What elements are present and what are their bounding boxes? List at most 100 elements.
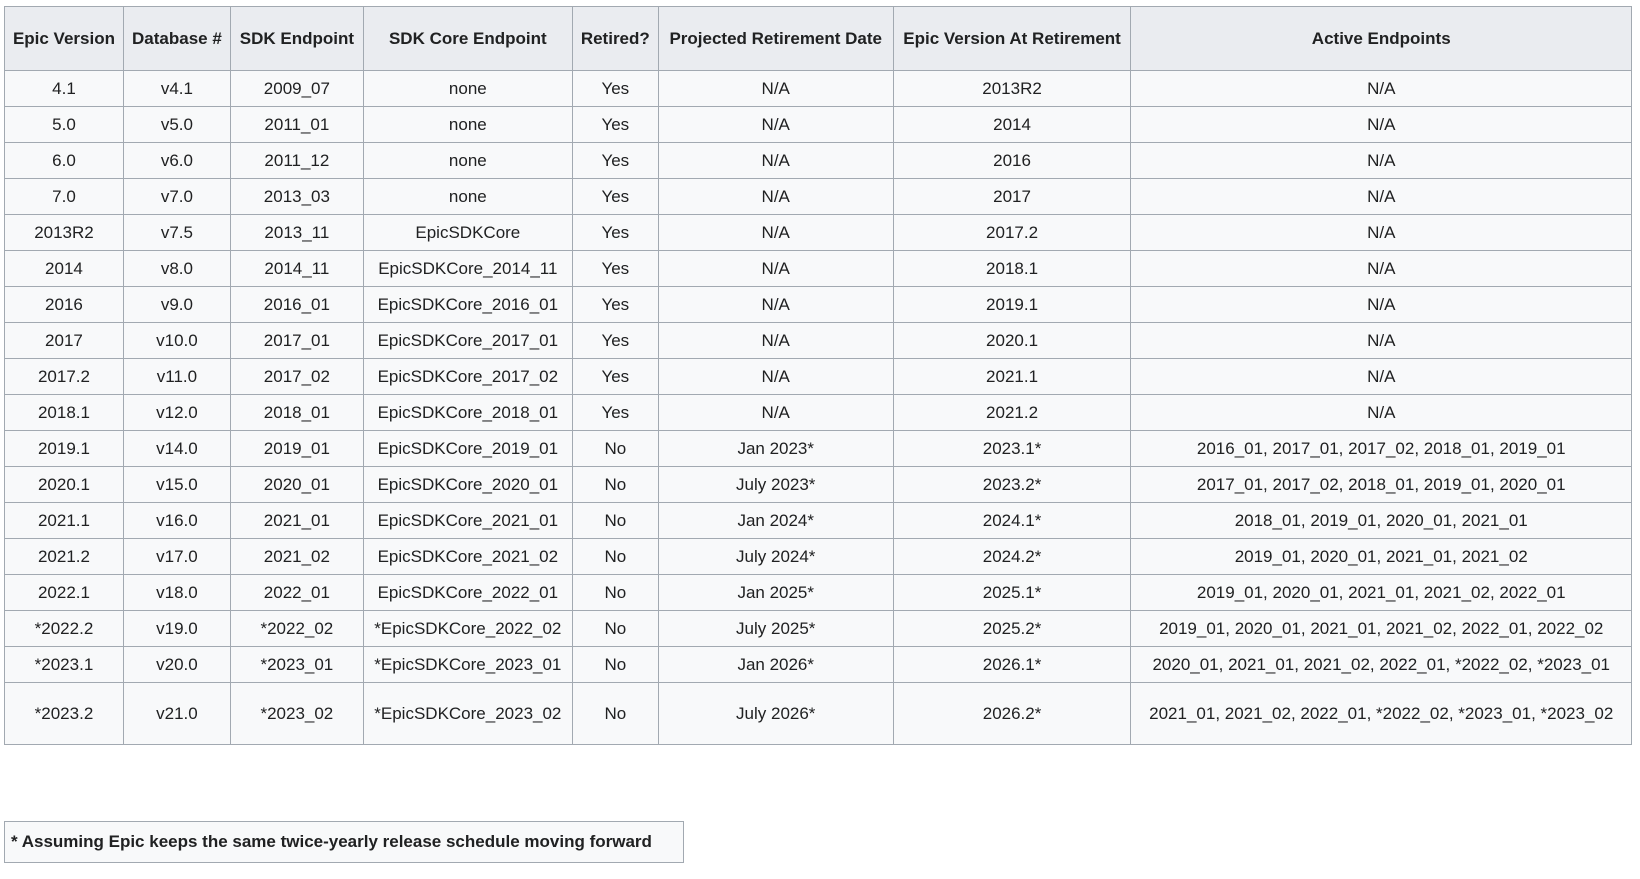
table-row: 4.1 v4.1 2009_07 none Yes N/A 2013R2 N/A [4,70,1632,107]
cell-epic-version: *2022.2 [4,610,124,647]
cell-database-number: v14.0 [122,430,231,467]
cell-projected-retirement-date: N/A [657,106,894,143]
cell-retired: Yes [571,214,659,251]
table-header-row: Epic Version Database # SDK Endpoint SDK… [4,6,1632,71]
table-row: 5.0 v5.0 2011_01 none Yes N/A 2014 N/A [4,106,1632,143]
cell-epic-version: 2017.2 [4,358,124,395]
cell-epic-version: 2021.2 [4,538,124,575]
cell-sdk-endpoint: 2022_01 [229,574,364,611]
cell-epic-version: 2013R2 [4,214,124,251]
cell-active-endpoints: 2016_01, 2017_01, 2017_02, 2018_01, 2019… [1130,430,1632,467]
cell-epic-version-at-retirement: 2018.1 [892,250,1132,287]
cell-sdk-core-endpoint: none [362,106,573,143]
cell-epic-version-at-retirement: 2021.2 [892,394,1132,431]
cell-sdk-endpoint: *2023_02 [229,682,364,745]
table-row: 2019.1 v14.0 2019_01 EpicSDKCore_2019_01 No J… [4,430,1632,467]
cell-retired: No [571,430,659,467]
cell-sdk-core-endpoint: EpicSDKCore_2022_01 [362,574,573,611]
cell-sdk-endpoint: *2022_02 [229,610,364,647]
table-row: 2013R2 v7.5 2013_11 EpicSDKCore Yes N/A 2017.2… [4,214,1632,251]
cell-epic-version: 2021.1 [4,502,124,539]
cell-database-number: v7.5 [122,214,231,251]
cell-epic-version: 2017 [4,322,124,359]
cell-sdk-core-endpoint: EpicSDKCore_2017_01 [362,322,573,359]
table-row: 2022.1 v18.0 2022_01 EpicSDKCore_2022_01 No J… [4,574,1632,611]
cell-sdk-core-endpoint: EpicSDKCore_2021_01 [362,502,573,539]
cell-epic-version: 5.0 [4,106,124,143]
cell-sdk-core-endpoint: *EpicSDKCore_2023_02 [362,682,573,745]
cell-retired: No [571,646,659,683]
cell-projected-retirement-date: Jan 2023* [657,430,894,467]
cell-sdk-endpoint: 2018_01 [229,394,364,431]
cell-sdk-core-endpoint: *EpicSDKCore_2022_02 [362,610,573,647]
table-row: 2018.1 v12.0 2018_01 EpicSDKCore_2018_01 Yes… [4,394,1632,431]
cell-database-number: v5.0 [122,106,231,143]
table-row: 7.0 v7.0 2013_03 none Yes N/A 2017 N/A [4,178,1632,215]
cell-sdk-endpoint: *2023_01 [229,646,364,683]
table-row: *2023.1 v20.0 *2023_01 *EpicSDKCore_2023_01… [4,646,1632,683]
cell-database-number: v21.0 [122,682,231,745]
cell-sdk-core-endpoint: EpicSDKCore_2018_01 [362,394,573,431]
cell-epic-version: 2019.1 [4,430,124,467]
cell-active-endpoints: 2019_01, 2020_01, 2021_01, 2021_02 [1130,538,1632,575]
cell-sdk-endpoint: 2014_11 [229,250,364,287]
cell-epic-version-at-retirement: 2013R2 [892,70,1132,107]
cell-retired: No [571,466,659,503]
cell-active-endpoints: 2021_01, 2021_02, 2022_01, *2022_02, *20… [1130,682,1632,745]
cell-epic-version-at-retirement: 2026.1* [892,646,1132,683]
cell-epic-version-at-retirement: 2017.2 [892,214,1132,251]
cell-database-number: v16.0 [122,502,231,539]
cell-active-endpoints: N/A [1130,106,1632,143]
cell-epic-version-at-retirement: 2025.1* [892,574,1132,611]
cell-epic-version-at-retirement: 2020.1 [892,322,1132,359]
table-row: 6.0 v6.0 2011_12 none Yes N/A 2016 N/A [4,142,1632,179]
cell-retired: Yes [571,286,659,323]
cell-epic-version: 6.0 [4,142,124,179]
cell-epic-version-at-retirement: 2026.2* [892,682,1132,745]
cell-sdk-core-endpoint: none [362,178,573,215]
cell-projected-retirement-date: N/A [657,394,894,431]
cell-projected-retirement-date: Jan 2024* [657,502,894,539]
cell-epic-version: 2022.1 [4,574,124,611]
table-row: 2016 v9.0 2016_01 EpicSDKCore_2016_01 Yes N/A… [4,286,1632,323]
cell-sdk-endpoint: 2016_01 [229,286,364,323]
header-retired: Retired? [571,6,659,71]
table-row: 2014 v8.0 2014_11 EpicSDKCore_2014_11 Yes N/A… [4,250,1632,287]
cell-active-endpoints: 2019_01, 2020_01, 2021_01, 2021_02, 2022… [1130,574,1632,611]
cell-projected-retirement-date: N/A [657,178,894,215]
table-row: 2017.2 v11.0 2017_02 EpicSDKCore_2017_02 Yes… [4,358,1632,395]
cell-active-endpoints: N/A [1130,214,1632,251]
cell-database-number: v11.0 [122,358,231,395]
table-row: 2021.1 v16.0 2021_01 EpicSDKCore_2021_01 No J… [4,502,1632,539]
header-active-endpoints: Active Endpoints [1130,6,1632,71]
cell-sdk-core-endpoint: EpicSDKCore [362,214,573,251]
cell-epic-version: 2020.1 [4,466,124,503]
cell-active-endpoints: N/A [1130,178,1632,215]
cell-retired: Yes [571,178,659,215]
table-row: 2021.2 v17.0 2021_02 EpicSDKCore_2021_02 No J… [4,538,1632,575]
cell-epic-version-at-retirement: 2023.1* [892,430,1132,467]
cell-projected-retirement-date: N/A [657,322,894,359]
cell-database-number: v7.0 [122,178,231,215]
cell-active-endpoints: N/A [1130,286,1632,323]
table-body: 4.1 v4.1 2009_07 none Yes N/A 2013R2 N/A 5.0 v5.0… [4,70,1632,745]
cell-database-number: v9.0 [122,286,231,323]
cell-sdk-endpoint: 2011_12 [229,142,364,179]
cell-epic-version-at-retirement: 2023.2* [892,466,1132,503]
cell-epic-version: *2023.1 [4,646,124,683]
cell-retired: No [571,538,659,575]
cell-retired: Yes [571,322,659,359]
cell-epic-version-at-retirement: 2017 [892,178,1132,215]
cell-retired: No [571,502,659,539]
cell-retired: Yes [571,70,659,107]
cell-epic-version-at-retirement: 2021.1 [892,358,1132,395]
cell-epic-version: 7.0 [4,178,124,215]
cell-active-endpoints: N/A [1130,250,1632,287]
cell-sdk-core-endpoint: EpicSDKCore_2021_02 [362,538,573,575]
header-epic-version-at-retirement: Epic Version At Retirement [892,6,1132,71]
cell-projected-retirement-date: N/A [657,70,894,107]
cell-sdk-core-endpoint: EpicSDKCore_2020_01 [362,466,573,503]
table-row: 2017 v10.0 2017_01 EpicSDKCore_2017_01 Yes N/… [4,322,1632,359]
cell-retired: Yes [571,250,659,287]
cell-active-endpoints: N/A [1130,322,1632,359]
